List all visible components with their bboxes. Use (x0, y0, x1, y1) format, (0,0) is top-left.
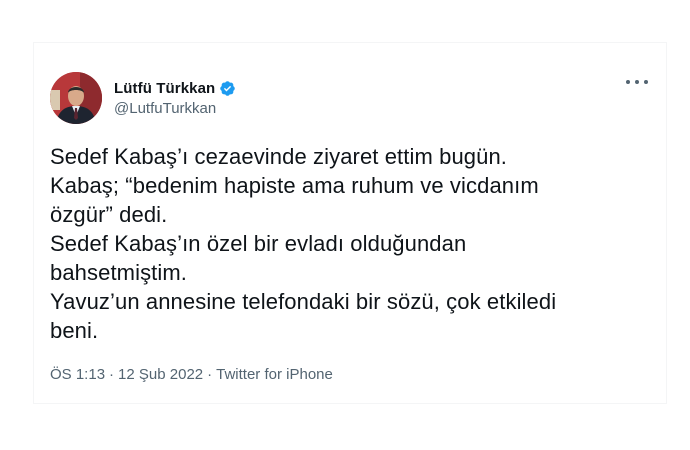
display-name-row: Lütfü Türkkan (114, 78, 236, 98)
tweet-text-line: Sedef Kabaş’ın özel bir evladı olduğunda… (50, 231, 467, 256)
meta-separator: · (109, 366, 115, 383)
tweet-time[interactable]: ÖS 1:13 (50, 366, 105, 383)
more-horizontal-icon[interactable] (626, 74, 648, 90)
avatar[interactable] (50, 72, 102, 124)
verified-badge-icon (220, 80, 236, 96)
author-names: Lütfü Türkkan @LutfuTurkkan (114, 78, 236, 117)
tweet-text-line: Sedef Kabaş’ı cezaevinde ziyaret ettim b… (50, 144, 507, 169)
more-dot (635, 80, 639, 84)
tweet-header: Lütfü Türkkan @LutfuTurkkan (50, 70, 650, 126)
tweet-text-line: Kabaş; “bedenim hapiste ama ruhum ve vic… (50, 173, 539, 198)
tweet-text-line: bahsetmiştim. (50, 260, 188, 285)
user-avatar-photo-icon (50, 72, 102, 124)
tweet-card: Lütfü Türkkan @LutfuTurkkan Sedef Kabaş’… (33, 42, 667, 404)
tweet-text-line: özgür” dedi. (50, 202, 168, 227)
meta-separator: · (207, 366, 213, 383)
tweet-meta: ÖS 1:13 · 12 Şub 2022 · Twitter for iPhone (50, 366, 333, 383)
tweet-date[interactable]: 12 Şub 2022 (118, 366, 203, 383)
more-dot (626, 80, 630, 84)
tweet-text-line: Yavuz’un annesine telefondaki bir sözü, … (50, 289, 557, 314)
more-dot (644, 80, 648, 84)
tweet-text: Sedef Kabaş’ı cezaevinde ziyaret ettim b… (50, 142, 650, 345)
tweet-text-line: beni. (50, 318, 99, 343)
tweet-source[interactable]: Twitter for iPhone (216, 366, 333, 383)
display-name[interactable]: Lütfü Türkkan (114, 80, 215, 97)
author-handle[interactable]: @LutfuTurkkan (114, 100, 236, 117)
